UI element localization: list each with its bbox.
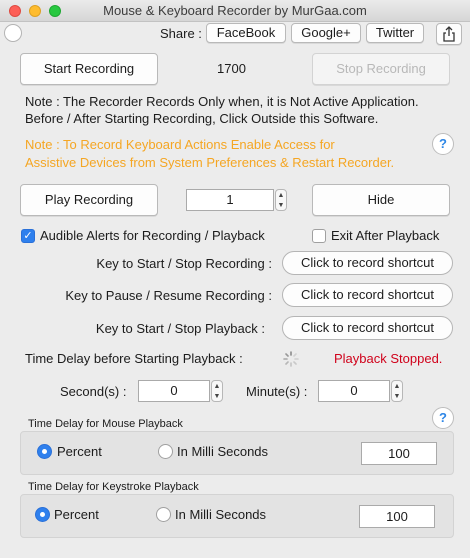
seconds-label: Second(s) :: [60, 384, 127, 399]
keystroke-delay-group-title: Time Delay for Keystroke Playback: [28, 481, 199, 493]
keystroke-milliseconds-label: In Milli Seconds: [175, 507, 267, 522]
pause-resume-recording-shortcut-button[interactable]: Click to record shortcut: [282, 283, 453, 307]
playback-delay-label: Time Delay before Starting Playback :: [25, 351, 243, 366]
stepper-up-icon[interactable]: ▲: [394, 383, 401, 390]
circle-toggle-icon[interactable]: [4, 24, 22, 42]
mouse-milliseconds-label: In Milli Seconds: [177, 444, 269, 459]
share-sheet-button[interactable]: [436, 23, 462, 45]
share-label: Share :: [160, 26, 202, 41]
start-stop-recording-shortcut-button[interactable]: Click to record shortcut: [282, 251, 453, 275]
stepper-up-icon[interactable]: ▲: [214, 383, 221, 390]
hide-button[interactable]: Hide: [312, 184, 450, 216]
minutes-label: Minute(s) :: [246, 384, 308, 399]
mouse-percent-label: Percent: [57, 444, 102, 459]
delay-help-icon[interactable]: ?: [432, 407, 454, 429]
repeat-stepper[interactable]: ▲ ▼: [275, 189, 287, 211]
exit-after-playback-label: Exit After Playback: [331, 228, 440, 243]
recorded-actions-count: 1700: [217, 61, 246, 76]
audible-alerts-label: Audible Alerts for Recording / Playback: [40, 228, 265, 243]
google-share-button[interactable]: Google+: [291, 23, 361, 43]
seconds-stepper[interactable]: ▲ ▼: [211, 380, 223, 402]
keystroke-percent-label: Percent: [54, 507, 99, 522]
playback-repeat-input[interactable]: 1: [186, 189, 274, 211]
start-stop-recording-key-label: Key to Start / Stop Recording :: [96, 256, 272, 271]
accessibility-help-icon[interactable]: ?: [432, 133, 454, 155]
pause-resume-recording-key-label: Key to Pause / Resume Recording :: [65, 288, 272, 303]
start-stop-playback-shortcut-button[interactable]: Click to record shortcut: [282, 316, 453, 340]
stepper-down-icon[interactable]: ▼: [278, 202, 285, 209]
accessibility-note-line-2: Assistive Devices from System Preference…: [25, 155, 395, 170]
checkmark-icon: ✓: [23, 230, 33, 242]
start-recording-button[interactable]: Start Recording: [20, 53, 158, 85]
keystroke-milliseconds-radio[interactable]: [156, 507, 171, 522]
keystroke-delay-input[interactable]: 100: [359, 505, 435, 528]
stepper-up-icon[interactable]: ▲: [278, 192, 285, 199]
exit-after-playback-checkbox[interactable]: [312, 229, 326, 243]
playback-status: Playback Stopped.: [334, 351, 443, 366]
mouse-delay-input[interactable]: 100: [361, 442, 437, 465]
stepper-down-icon[interactable]: ▼: [214, 393, 221, 400]
mouse-milliseconds-radio[interactable]: [158, 444, 173, 459]
share-icon: [443, 26, 455, 42]
mouse-percent-radio[interactable]: [37, 444, 52, 459]
note-line-1: Note : The Recorder Records Only when, i…: [25, 94, 419, 109]
seconds-input[interactable]: 0: [138, 380, 210, 402]
note-line-2: Before / After Starting Recording, Click…: [25, 111, 379, 126]
twitter-share-button[interactable]: Twitter: [366, 23, 424, 43]
minutes-stepper[interactable]: ▲ ▼: [391, 380, 403, 402]
window-title: Mouse & Keyboard Recorder by MurGaa.com: [103, 3, 367, 18]
mouse-delay-group-title: Time Delay for Mouse Playback: [28, 418, 183, 430]
minutes-input[interactable]: 0: [318, 380, 390, 402]
spinner-icon: [283, 351, 299, 367]
start-stop-playback-key-label: Key to Start / Stop Playback :: [95, 321, 265, 336]
stop-recording-button[interactable]: Stop Recording: [312, 53, 450, 85]
keystroke-percent-radio[interactable]: [35, 507, 50, 522]
accessibility-note-line-1: Note : To Record Keyboard Actions Enable…: [25, 137, 335, 152]
stepper-down-icon[interactable]: ▼: [394, 393, 401, 400]
play-recording-button[interactable]: Play Recording: [20, 184, 158, 216]
audible-alerts-checkbox[interactable]: ✓: [21, 229, 35, 243]
facebook-share-button[interactable]: FaceBook: [206, 23, 286, 43]
